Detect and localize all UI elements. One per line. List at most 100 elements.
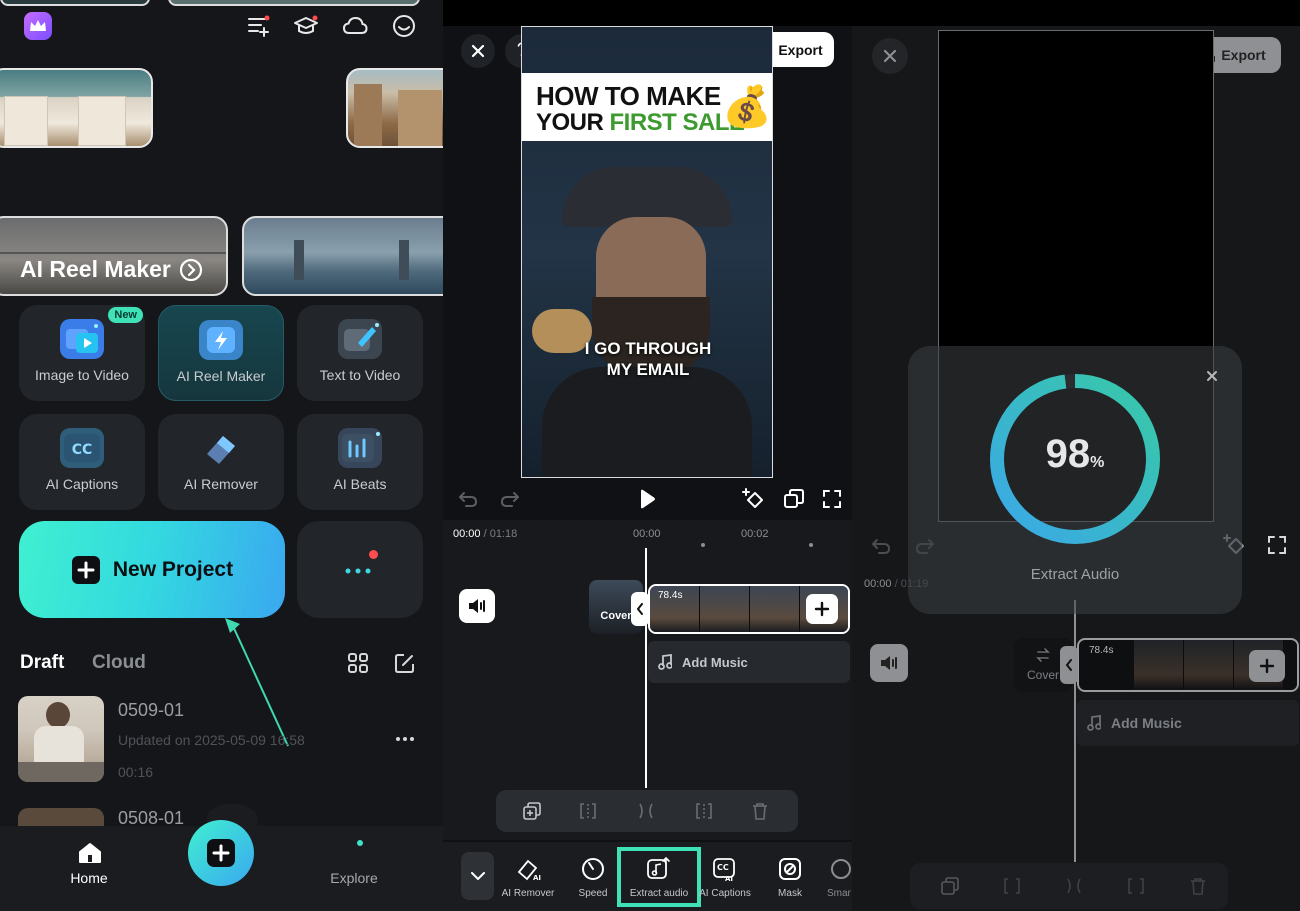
svg-text:AI: AI	[725, 875, 733, 882]
toolbar-mask[interactable]: Mask	[759, 852, 821, 904]
toolbar-ai-remover[interactable]: AI AI Remover	[497, 852, 559, 904]
profile-icon[interactable]	[390, 12, 418, 40]
grid-view-icon[interactable]	[345, 650, 371, 676]
video-clip[interactable]: 78.4s	[1077, 638, 1299, 692]
split-icon[interactable]	[634, 800, 658, 822]
tool-ai-remover[interactable]: AI Remover	[158, 414, 284, 510]
extract-audio-dialog: 98% Extract Audio	[908, 346, 1242, 614]
delete-icon[interactable]	[1186, 875, 1210, 897]
trim-end-icon[interactable]	[1124, 875, 1148, 897]
ai-reel-maker-banner[interactable]: AI Reel Maker	[0, 216, 228, 296]
layers-icon[interactable]	[781, 486, 807, 512]
notification-dot	[369, 550, 378, 559]
ai-reel-maker-banner-2[interactable]	[242, 216, 443, 296]
time-current: 00:00	[453, 528, 481, 540]
time-display: 00:00 / 01:18	[453, 528, 517, 540]
project-more-icon[interactable]	[392, 730, 418, 748]
time-current: 00:00	[864, 578, 892, 590]
crown-icon[interactable]	[24, 12, 52, 40]
money-bag-icon: 💰	[722, 85, 772, 129]
status-bar	[852, 0, 1300, 26]
toolbar-speed[interactable]: Speed	[562, 852, 624, 904]
trim-start-icon[interactable]	[1000, 875, 1024, 897]
clip-duration: 78.4s	[658, 590, 683, 601]
academy-icon[interactable]	[292, 12, 320, 40]
ruler-dot	[809, 534, 813, 552]
extract-audio-screen: Export 00:00 / 01:19 Cover 78.4s	[852, 0, 1300, 911]
tool-ai-beats[interactable]: AI Beats	[297, 414, 423, 510]
mute-icon[interactable]	[870, 644, 908, 682]
svg-text:CC: CC	[717, 863, 729, 872]
plus-square-icon	[71, 555, 101, 585]
nav-explore-label[interactable]: Explore	[318, 870, 390, 886]
ai-captions-icon: CC AI	[712, 856, 738, 882]
home-icon[interactable]	[76, 840, 104, 866]
editor-screen: ? Export HOW TO MAKE YOUR FIRST SALE 💰 I…	[443, 0, 852, 911]
add-clip-icon[interactable]	[1249, 650, 1285, 682]
more-tools-button[interactable]	[297, 521, 423, 618]
playhead[interactable]	[645, 548, 647, 788]
music-note-icon	[1087, 715, 1101, 731]
project-name[interactable]: 0509-01	[118, 700, 184, 721]
duplicate-icon[interactable]	[520, 800, 544, 822]
tab-draft[interactable]: Draft	[20, 652, 64, 674]
play-icon[interactable]	[635, 486, 659, 512]
video-title-card: HOW TO MAKE YOUR FIRST SALE 💰	[522, 73, 772, 141]
progress-unit: %	[1090, 454, 1105, 471]
nav-home-label[interactable]: Home	[54, 870, 124, 886]
progress-text: 98%	[982, 432, 1168, 477]
ai-remover-icon: AI	[515, 856, 541, 882]
tool-ai-reel-maker[interactable]: AI Reel Maker	[158, 305, 284, 401]
toolbar-ai-captions[interactable]: CC AI AI Captions	[694, 852, 756, 904]
tool-label: AI Captions	[45, 476, 119, 492]
fullscreen-icon[interactable]	[1264, 532, 1290, 558]
clip-actions-bar	[910, 863, 1228, 909]
undo-icon[interactable]	[455, 487, 481, 511]
add-music-track[interactable]: Add Music	[1077, 700, 1299, 746]
create-button[interactable]	[188, 820, 254, 886]
trim-end-icon[interactable]	[692, 800, 716, 822]
video-caption-line2: MY EMAIL	[606, 360, 690, 379]
project-updated: Updated on 2025-05-09 16:58	[118, 732, 305, 748]
template-thumbnail-city[interactable]	[346, 68, 443, 148]
duplicate-icon[interactable]	[938, 875, 962, 897]
toolbar-extract-audio[interactable]: Extract audio	[628, 852, 690, 904]
cloud-icon[interactable]	[340, 12, 370, 40]
mute-icon[interactable]	[459, 589, 495, 623]
keyframe-icon[interactable]	[739, 486, 767, 512]
task-list-icon[interactable]	[244, 12, 272, 40]
close-dialog-icon[interactable]	[1200, 364, 1224, 388]
tab-cloud[interactable]: Cloud	[92, 652, 146, 674]
smart-icon	[828, 856, 852, 882]
playhead[interactable]	[1074, 600, 1076, 862]
video-clip[interactable]: 78.4s	[648, 584, 850, 634]
delete-icon[interactable]	[748, 800, 772, 822]
video-preview[interactable]: HOW TO MAKE YOUR FIRST SALE 💰 I GO THROU…	[521, 26, 773, 478]
more-dots-icon	[344, 565, 376, 577]
tool-ai-captions[interactable]: CC AI Captions	[19, 414, 145, 510]
add-clip-icon[interactable]	[806, 594, 838, 624]
trim-start-icon[interactable]	[576, 800, 600, 822]
close-icon[interactable]	[461, 34, 495, 68]
edit-icon[interactable]	[392, 650, 418, 676]
add-music-track[interactable]: Add Music	[648, 641, 850, 683]
template-thumbnail-street[interactable]	[0, 68, 153, 148]
toolbar-smart[interactable]: Smar	[821, 852, 852, 904]
undo-icon[interactable]	[868, 534, 894, 558]
cc-icon: CC	[60, 428, 104, 468]
ruler-dot	[701, 534, 705, 552]
ai-reel-maker-title: AI Reel Maker	[20, 256, 171, 282]
redo-icon[interactable]	[497, 487, 523, 511]
new-badge: New	[108, 307, 143, 323]
new-project-button[interactable]: New Project	[19, 521, 285, 618]
add-music-label: Add Music	[1111, 715, 1182, 731]
project-thumbnail[interactable]	[18, 696, 104, 782]
tool-image-to-video[interactable]: New Image to Video	[19, 305, 145, 401]
person-shirt	[542, 367, 752, 477]
tool-text-to-video[interactable]: Text to Video	[297, 305, 423, 401]
fullscreen-icon[interactable]	[819, 486, 845, 512]
time-total: / 01:18	[480, 528, 518, 540]
split-icon[interactable]	[1062, 875, 1086, 897]
close-icon[interactable]	[872, 38, 908, 74]
video-caption-line1: I GO THROUGH	[584, 339, 712, 358]
